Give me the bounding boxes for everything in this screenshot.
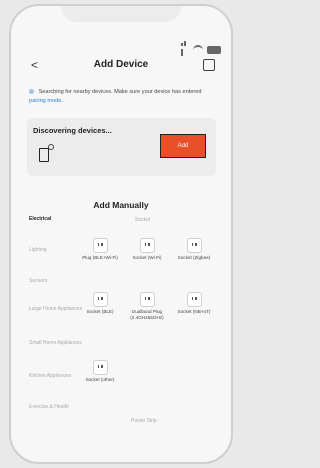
socket-icon bbox=[186, 238, 202, 253]
scan-icon[interactable] bbox=[203, 59, 215, 71]
add-button[interactable]: Add bbox=[160, 134, 206, 158]
tile-socket-other[interactable]: Socket (other) bbox=[77, 360, 123, 383]
wifi-icon bbox=[193, 45, 203, 54]
battery-icon bbox=[207, 46, 221, 54]
page-title: Add Device bbox=[93, 59, 149, 70]
tile-label: Socket (Zigbee) bbox=[177, 255, 211, 260]
status-bar bbox=[181, 36, 221, 56]
notch bbox=[61, 6, 181, 22]
category-sensors[interactable]: Sensors bbox=[29, 278, 89, 285]
tile-socket-wifi[interactable]: Socket (Wi-Fi) bbox=[124, 238, 170, 261]
tile-label: Socket (NB-IoT) bbox=[177, 309, 211, 314]
bluetooth-icon bbox=[29, 89, 34, 95]
search-hint: Searching for nearby devices. Make sure … bbox=[29, 88, 217, 105]
category-electrical[interactable]: Electrical bbox=[29, 216, 89, 223]
section-power-strip: Power Strip bbox=[131, 418, 157, 424]
discover-card: Discovering devices... Add bbox=[27, 118, 216, 176]
tile-socket-ble[interactable]: Socket (BLE) bbox=[77, 292, 123, 315]
tile-dualband-plug[interactable]: Dualband Plug (2.4GHz&5GHz) bbox=[124, 292, 170, 320]
socket-icon bbox=[92, 360, 108, 375]
category-small-home-appliances[interactable]: Small Home Appliances bbox=[29, 340, 89, 347]
device-icon bbox=[39, 144, 54, 162]
tile-label: Dualband Plug (2.4GHz&5GHz) bbox=[130, 309, 164, 320]
header: < Add Device bbox=[11, 58, 231, 74]
tile-label: Socket (BLE) bbox=[86, 309, 114, 314]
tile-label: Socket (other) bbox=[85, 377, 115, 382]
category-exercise-health[interactable]: Exercise & Health bbox=[29, 404, 89, 411]
tile-plug-ble-wifi[interactable]: Plug (BLE+Wi-Fi) bbox=[77, 238, 123, 261]
socket-icon bbox=[92, 238, 108, 253]
pairing-mode-link[interactable]: pairing mode bbox=[29, 98, 61, 104]
tile-socket-nb-iot[interactable]: Socket (NB-IoT) bbox=[171, 292, 217, 315]
tile-label: Plug (BLE+Wi-Fi) bbox=[82, 255, 118, 260]
hint-period: . bbox=[61, 97, 63, 104]
signal-icon bbox=[181, 36, 189, 56]
socket-icon bbox=[139, 292, 155, 307]
socket-icon bbox=[186, 292, 202, 307]
section-socket: Socket bbox=[135, 217, 151, 223]
tile-socket-zigbee[interactable]: Socket (Zigbee) bbox=[171, 238, 217, 261]
discover-label: Discovering devices... bbox=[33, 126, 112, 135]
socket-icon bbox=[92, 292, 108, 307]
phone-frame: < Add Device Searching for nearby device… bbox=[9, 4, 233, 464]
add-manually-title: Add Manually bbox=[93, 200, 149, 210]
socket-icon bbox=[139, 238, 155, 253]
hint-text: Searching for nearby devices. Make sure … bbox=[38, 89, 202, 95]
tile-label: Socket (Wi-Fi) bbox=[132, 255, 162, 260]
